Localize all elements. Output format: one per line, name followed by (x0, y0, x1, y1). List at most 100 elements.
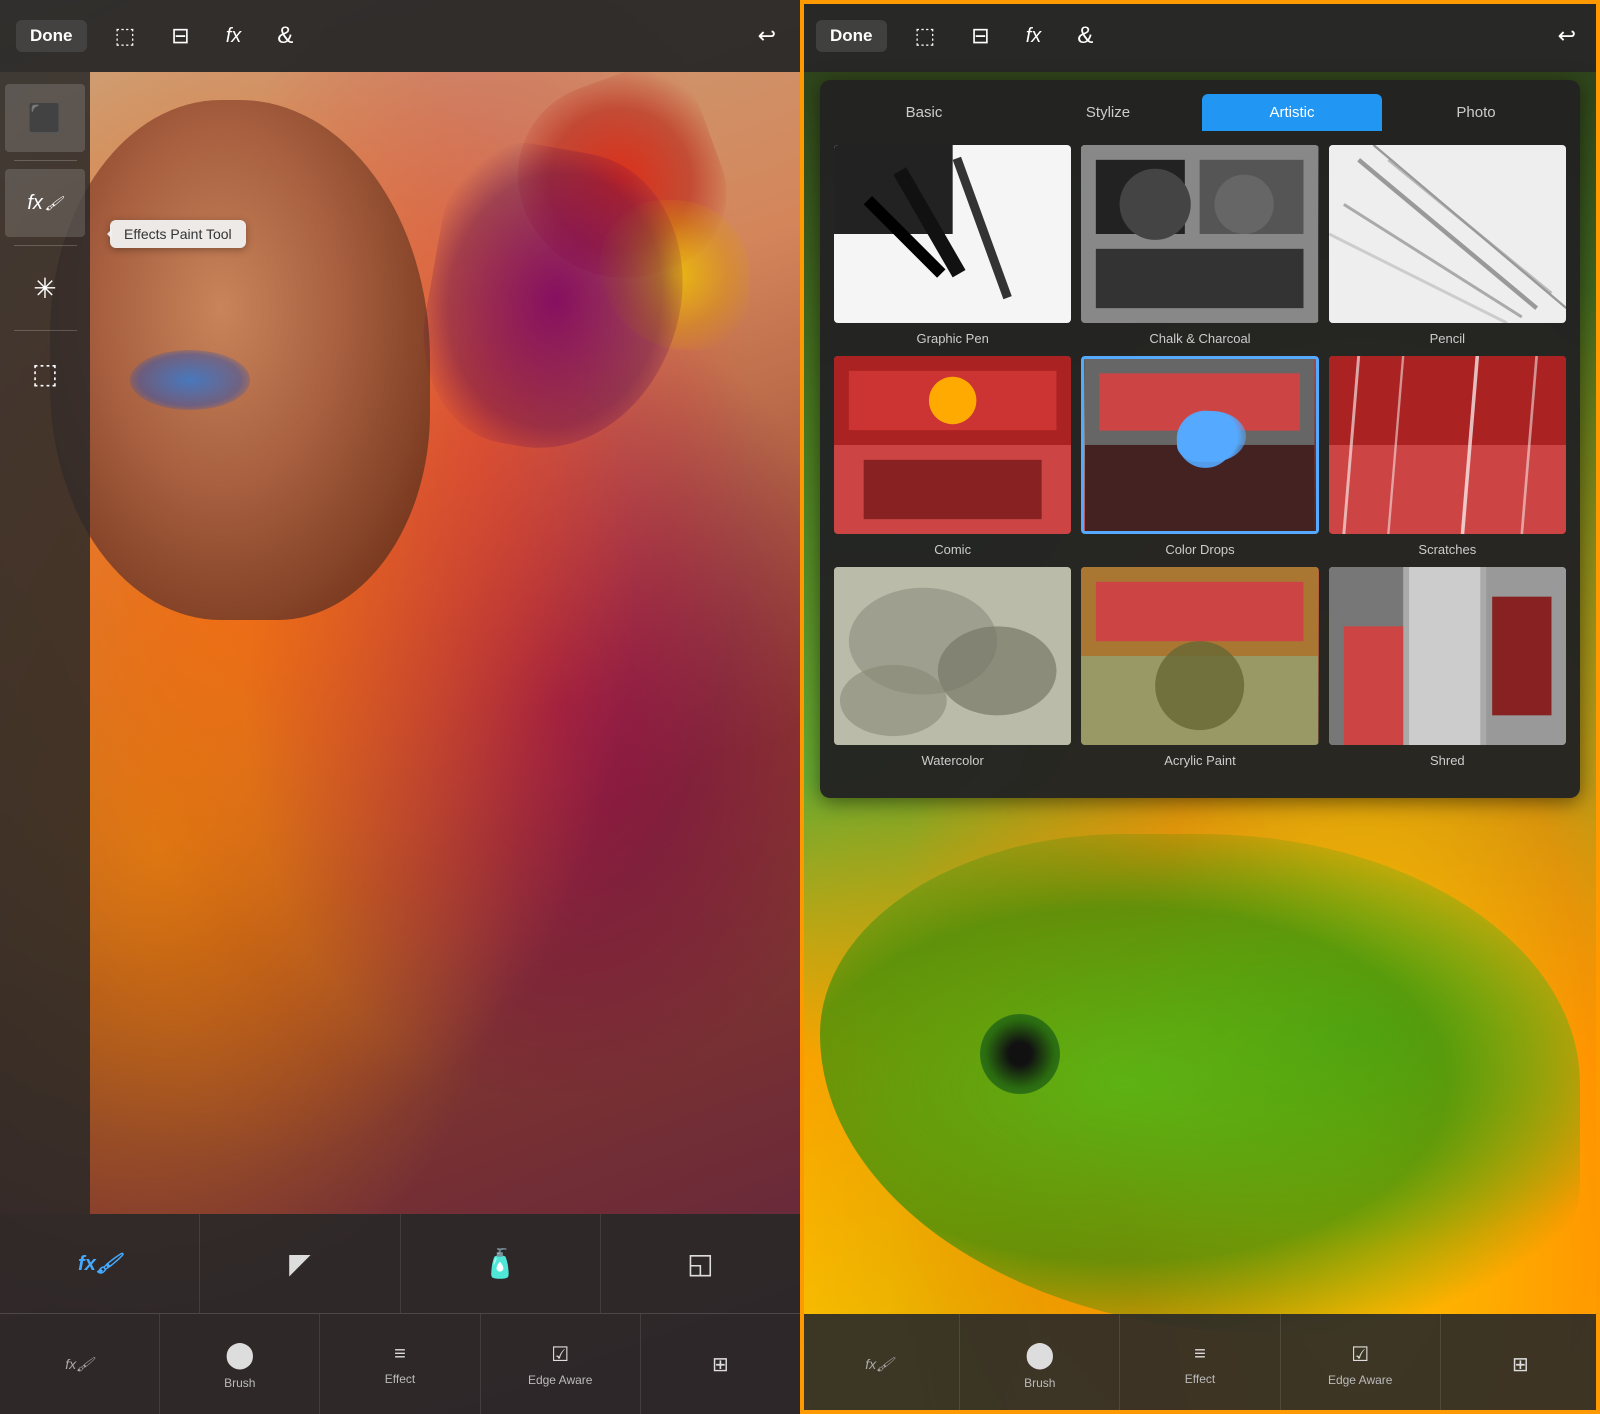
magic-wand-tool[interactable]: ✳ (5, 254, 85, 322)
blend-icon-right[interactable]: & (1069, 18, 1101, 54)
tab-basic[interactable]: Basic (834, 94, 1014, 131)
brush-label-right: Brush (1024, 1376, 1055, 1390)
thumb-graphic-pen (834, 145, 1071, 323)
tab-stylize[interactable]: Stylize (1018, 94, 1198, 131)
filter-comic-label: Comic (934, 542, 971, 557)
fx-filter-panel: Basic Stylize Artistic Photo Graphic P (820, 80, 1580, 798)
filter-acrylic-paint[interactable]: Acrylic Paint (1081, 567, 1318, 768)
nav-fx-icon-right: fx🖌 (865, 1356, 894, 1373)
nav-fx-icon-left: fx🖌 (65, 1356, 94, 1373)
filter-acrylic-label: Acrylic Paint (1164, 753, 1236, 768)
tool-divider-2 (14, 245, 77, 246)
stamp-icon: ⬛ (28, 102, 63, 135)
nav-edge-left[interactable]: ☑ Edge Aware (481, 1314, 641, 1414)
selection-icon-left[interactable]: ⬚ (107, 19, 144, 53)
thumb-pencil (1329, 145, 1566, 323)
filter-watercolor[interactable]: Watercolor (834, 567, 1071, 768)
fx-paint-tool[interactable]: fx🖌 (5, 169, 85, 237)
thumb-shred (1329, 567, 1566, 745)
tool-divider-3 (14, 330, 77, 331)
stamp-tool[interactable]: ⬛ (5, 84, 85, 152)
spray-sub[interactable]: 🧴 (401, 1214, 601, 1313)
brush-label: Brush (224, 1376, 255, 1390)
fx-icon-left[interactable]: fx (218, 21, 250, 52)
nav-fx-right[interactable]: fx🖌 (800, 1314, 960, 1414)
sub-tools-row: fx🖌 ◤ 🧴 ◱ (0, 1214, 800, 1314)
nav-fx-left[interactable]: fx🖌 (0, 1314, 160, 1414)
tab-photo[interactable]: Photo (1386, 94, 1566, 131)
undo-icon-right[interactable]: ↩ (1550, 19, 1584, 53)
effect-icon-right: ≡ (1194, 1343, 1206, 1366)
filter-scratches[interactable]: Scratches (1329, 356, 1566, 557)
spray-icon: 🧴 (483, 1247, 518, 1280)
left-toolbar: Done ⬚ ⊟ fx & ↩ (0, 0, 800, 72)
filter-pencil[interactable]: Pencil (1329, 145, 1566, 346)
fx-brush-sub[interactable]: fx🖌 (0, 1214, 200, 1313)
done-button-left[interactable]: Done (16, 20, 87, 52)
scratches-svg (1329, 356, 1566, 534)
thumb-chalk-charcoal (1081, 145, 1318, 323)
shred-svg (1329, 567, 1566, 745)
filter-graphic-pen-label: Graphic Pen (917, 331, 989, 346)
nav-layers-left[interactable]: ⊞ (641, 1314, 800, 1414)
fx-paint-icon: fx🖌 (27, 192, 62, 215)
layers-icon-right: ⊞ (1512, 1352, 1529, 1377)
nav-effect-right[interactable]: ≡ Effect (1120, 1314, 1280, 1414)
chameleon-eye (980, 1014, 1060, 1094)
chalk-svg (1081, 145, 1318, 323)
filter-chalk-charcoal-label: Chalk & Charcoal (1149, 331, 1250, 346)
adjust-icon-right[interactable]: ⊟ (963, 19, 997, 53)
right-panel: Done ⬚ ⊟ fx & ↩ Basic Stylize Artistic P… (800, 0, 1600, 1414)
bottom-nav-right: fx🖌 ⬤ Brush ≡ Effect ☑ Edge Aware ⊞ (800, 1314, 1600, 1414)
nav-edge-right[interactable]: ☑ Edge Aware (1281, 1314, 1441, 1414)
edge-aware-label: Edge Aware (528, 1373, 593, 1387)
layers-icon: ⊞ (712, 1352, 729, 1377)
selection-icon-right[interactable]: ⬚ (907, 19, 944, 53)
thumb-watercolor (834, 567, 1071, 745)
right-toolbar: Done ⬚ ⊟ fx & ↩ (800, 0, 1600, 72)
pencil-svg (1329, 145, 1566, 323)
portrait-face (50, 100, 430, 620)
brush-sub[interactable]: ◤ (200, 1214, 400, 1313)
acrylic-svg (1081, 567, 1318, 745)
erase-icon: ◱ (687, 1247, 713, 1280)
graphic-pen-svg (834, 145, 1071, 323)
fx-icon-right[interactable]: fx (1018, 21, 1050, 52)
fx-tabs: Basic Stylize Artistic Photo (820, 80, 1580, 131)
tab-artistic[interactable]: Artistic (1202, 94, 1382, 131)
left-panel: Done ⬚ ⊟ fx & ↩ ⬛ fx🖌 ✳ ⬚ Effects Paint … (0, 0, 800, 1414)
filter-comic[interactable]: Comic (834, 356, 1071, 557)
filter-watercolor-label: Watercolor (921, 753, 983, 768)
magic-wand-icon: ✳ (33, 272, 56, 305)
fx-brush-icon: fx🖌 (78, 1251, 121, 1276)
nav-effect-left[interactable]: ≡ Effect (320, 1314, 480, 1414)
color-drops-svg (1084, 359, 1315, 531)
done-button-right[interactable]: Done (816, 20, 887, 52)
edge-aware-icon-right: ☑ (1351, 1342, 1369, 1367)
selection-tool-icon: ⬚ (32, 357, 58, 390)
undo-icon-left[interactable]: ↩ (750, 19, 784, 53)
edge-aware-icon: ☑ (551, 1342, 569, 1367)
filter-shred-label: Shred (1430, 753, 1465, 768)
adjust-icon-left[interactable]: ⊟ (163, 19, 197, 53)
filter-chalk-charcoal[interactable]: Chalk & Charcoal (1081, 145, 1318, 346)
comic-svg (834, 356, 1071, 534)
nav-brush-left[interactable]: ⬤ Brush (160, 1314, 320, 1414)
filter-pencil-label: Pencil (1430, 331, 1465, 346)
blend-icon-left[interactable]: & (269, 18, 301, 54)
tool-divider-1 (14, 160, 77, 161)
fx-filter-grid: Graphic Pen Chalk & Charcoal (820, 131, 1580, 782)
effect-icon: ≡ (394, 1343, 406, 1366)
nav-layers-right[interactable]: ⊞ (1441, 1314, 1600, 1414)
selection-tool[interactable]: ⬚ (5, 339, 85, 407)
brush-circle-icon: ⬤ (225, 1339, 254, 1370)
tooltip: Effects Paint Tool (110, 220, 246, 248)
filter-graphic-pen[interactable]: Graphic Pen (834, 145, 1071, 346)
filter-color-drops-label: Color Drops (1165, 542, 1234, 557)
thumb-scratches (1329, 356, 1566, 534)
left-side-tools: ⬛ fx🖌 ✳ ⬚ (0, 72, 90, 1214)
nav-brush-right[interactable]: ⬤ Brush (960, 1314, 1120, 1414)
filter-shred[interactable]: Shred (1329, 567, 1566, 768)
erase-sub[interactable]: ◱ (601, 1214, 800, 1313)
filter-color-drops[interactable]: Color Drops (1081, 356, 1318, 557)
